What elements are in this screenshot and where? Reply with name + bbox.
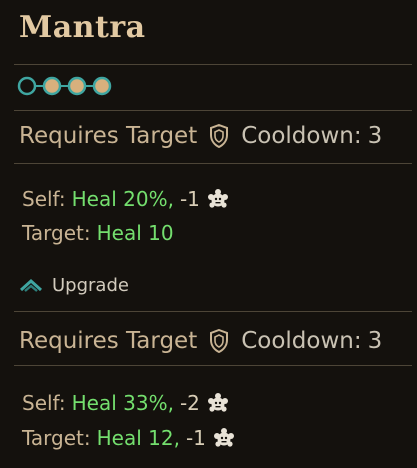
self-label: Self: <box>22 391 66 415</box>
target-heal-value: Heal 10 <box>96 221 174 245</box>
self-stress-value: -2 <box>179 391 200 415</box>
self-effect-line: Self: Heal 20%, -1 <box>22 184 230 214</box>
target-label: Target: <box>22 426 91 450</box>
skill-title: Mantra <box>19 10 146 45</box>
shield-icon <box>209 329 229 353</box>
cooldown-label: Cooldown: <box>241 123 362 149</box>
target-label: Target: <box>22 221 91 245</box>
upgraded-target-effect-line: Target: Heal 12, -1 <box>22 423 236 453</box>
stress-icon <box>206 188 230 210</box>
cooldown-value: 3 <box>367 123 383 149</box>
self-stress-value: -1 <box>179 187 200 211</box>
stress-icon <box>206 392 230 414</box>
upgraded-self-effect-line: Self: Heal 33%, -2 <box>22 388 230 418</box>
target-heal-value: Heal 12, <box>96 426 180 450</box>
divider <box>14 365 412 366</box>
rank-beads-icon <box>16 75 116 97</box>
divider <box>14 110 412 111</box>
stress-icon <box>212 427 236 449</box>
divider <box>14 64 412 65</box>
upgrade-header: Upgrade <box>20 272 129 298</box>
requirement-text: Requires Target <box>19 123 198 149</box>
upgrade-chevron-icon <box>20 278 42 292</box>
target-effect-line: Target: Heal 10 <box>22 218 174 248</box>
divider <box>14 311 412 312</box>
divider <box>14 163 412 164</box>
self-heal-value: Heal 20%, <box>71 187 174 211</box>
rank-beads-graphic <box>17 76 112 96</box>
requirement-text: Requires Target <box>19 328 198 354</box>
skill-tooltip: Mantra Requires Target Cooldown: 3 Self:… <box>0 0 417 468</box>
cooldown-value: 3 <box>367 328 383 354</box>
self-label: Self: <box>22 187 66 211</box>
upgraded-requirement-row: Requires Target Cooldown: 3 <box>19 324 382 358</box>
target-stress-value: -1 <box>185 426 206 450</box>
cooldown-label: Cooldown: <box>241 328 362 354</box>
upgrade-label: Upgrade <box>52 274 129 296</box>
shield-icon <box>209 124 229 148</box>
requirement-row: Requires Target Cooldown: 3 <box>19 119 382 153</box>
self-heal-value: Heal 33%, <box>71 391 174 415</box>
